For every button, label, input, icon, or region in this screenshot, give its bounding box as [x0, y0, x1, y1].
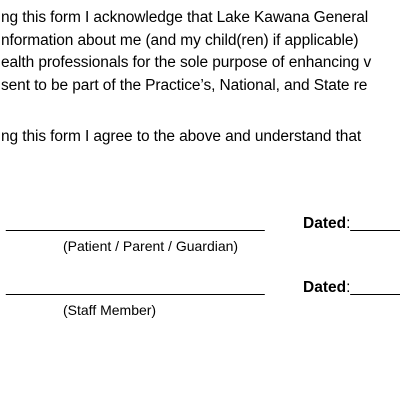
agreement-text-line: ng this form I agree to the above and un…: [1, 128, 362, 145]
patient-signature-field[interactable]: ______________________________: [6, 214, 265, 234]
consent-text-line-3: ealth professionals for the sole purpose…: [1, 54, 372, 71]
date-blank[interactable]: :______: [346, 215, 400, 232]
dated-label: Dated: [303, 215, 347, 232]
staff-signature-field[interactable]: ______________________________: [6, 278, 265, 298]
staff-signature-caption: (Staff Member): [63, 302, 157, 318]
consent-text-line-1: ng this form I acknowledge that Lake Kaw…: [1, 9, 369, 26]
consent-text-line-2: nformation about me (and my child(ren) i…: [1, 32, 359, 49]
patient-signature-caption: (Patient / Parent / Guardian): [63, 238, 239, 254]
staff-dated-field[interactable]: Dated:______: [303, 278, 400, 298]
patient-dated-field[interactable]: Dated:______: [303, 214, 400, 234]
dated-label: Dated: [303, 279, 347, 296]
consent-text-line-4: sent to be part of the Practice’s, Natio…: [1, 77, 368, 94]
date-blank[interactable]: :______: [346, 279, 400, 296]
